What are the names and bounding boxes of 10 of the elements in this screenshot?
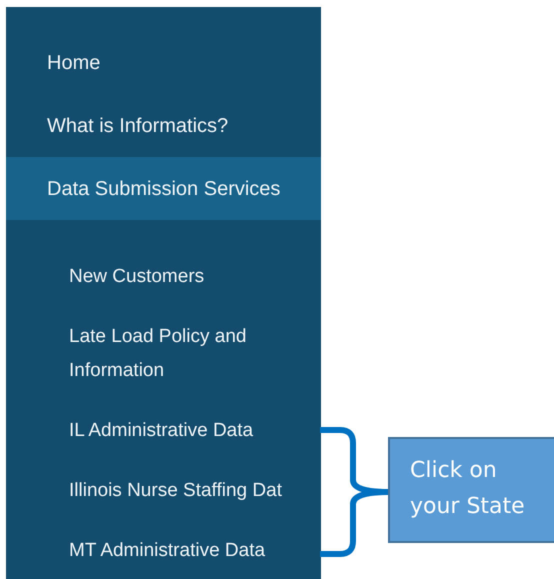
submenu-item[interactable]: IL Administrative Data xyxy=(6,401,321,461)
submenu-item[interactable]: MT Administrative Data xyxy=(6,521,321,579)
bracket-icon xyxy=(318,425,390,559)
nav-item[interactable]: Data Submission Services xyxy=(6,157,321,220)
callout-text: Click on your State xyxy=(410,458,525,519)
nav-item[interactable]: What is Informatics? xyxy=(6,94,321,157)
submenu-item[interactable]: Illinois Nurse Staffing Dat xyxy=(6,461,321,521)
submenu-item[interactable]: New Customers xyxy=(6,247,321,307)
nav-item[interactable]: Home xyxy=(6,31,321,94)
submenu-item[interactable]: Late Load Policy and Information xyxy=(6,307,321,401)
